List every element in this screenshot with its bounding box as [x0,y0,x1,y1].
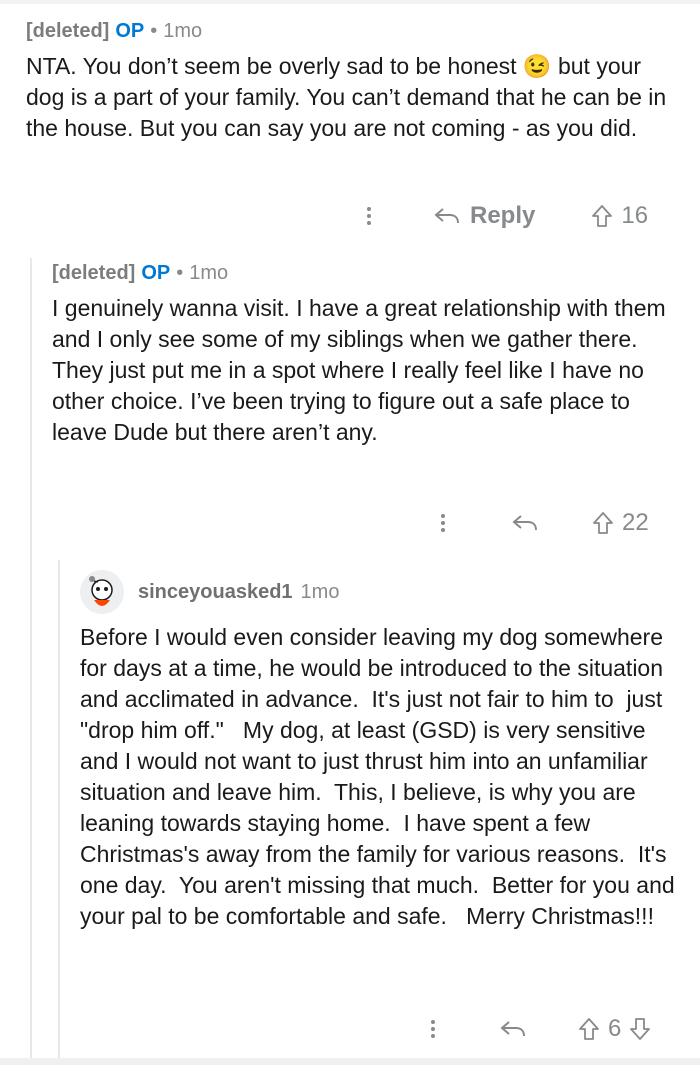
comment-author[interactable]: sinceyouasked1 [138,581,293,604]
comment-1-actions: Reply 16 [366,198,666,234]
upvote-arrow-icon[interactable] [578,1017,600,1041]
bottom-divider [0,1058,700,1065]
downvote-arrow-icon[interactable] [629,1017,651,1041]
thread-line [30,258,32,1058]
op-badge: OP [115,20,145,42]
more-vertical-icon[interactable] [366,207,372,225]
op-badge: OP [141,262,171,284]
comment-2: [deleted] OP • 1mo I genuinely wanna vis… [52,262,682,448]
vote-control: 16 [591,202,648,230]
comment-meta: [deleted] OP • 1mo [26,20,686,43]
vote-score: 6 [608,1015,622,1042]
reply-button[interactable] [500,1019,526,1039]
vote-score: 22 [622,509,649,536]
thread-line [58,560,60,1058]
meta-separator: • [150,20,158,42]
reply-button[interactable] [512,513,538,533]
comment-time: 1mo [163,20,203,42]
vote-control: 6 [578,1015,651,1043]
reply-button[interactable]: Reply [434,202,535,230]
reply-arrow-icon [512,515,537,531]
comment-1: [deleted] OP • 1mo NTA. You don’t seem b… [26,20,686,144]
top-divider [0,0,700,4]
comment-author[interactable]: [deleted] [52,262,135,285]
comment-body: NTA. You don’t seem be overly sad to be … [26,53,673,141]
comment-3-actions: 6 [430,1012,680,1046]
comment-time: 1mo [300,580,340,603]
comment-author[interactable]: [deleted] [26,20,109,43]
upvote-arrow-icon[interactable] [592,511,614,535]
meta-separator: • [176,262,184,284]
comment-2-actions: 22 [440,506,670,540]
vote-score: 16 [621,202,649,229]
reply-arrow-icon [500,1021,525,1037]
reply-label: Reply [470,202,536,229]
comment-meta: sinceyouasked1 1mo [138,570,680,614]
comment-meta: [deleted] OP • 1mo [52,262,682,285]
reply-arrow-icon [434,208,459,224]
comment-time: 1mo [189,262,229,284]
more-vertical-icon[interactable] [440,514,446,532]
more-vertical-icon[interactable] [430,1020,436,1038]
comment-body: I genuinely wanna visit. I have a great … [52,295,673,445]
upvote-arrow-icon[interactable] [591,204,613,228]
comment-body: Before I would even consider leaving my … [80,624,682,929]
comment-3: sinceyouasked1 1mo Before I would even c… [80,570,680,932]
vote-control: 22 [592,509,649,537]
